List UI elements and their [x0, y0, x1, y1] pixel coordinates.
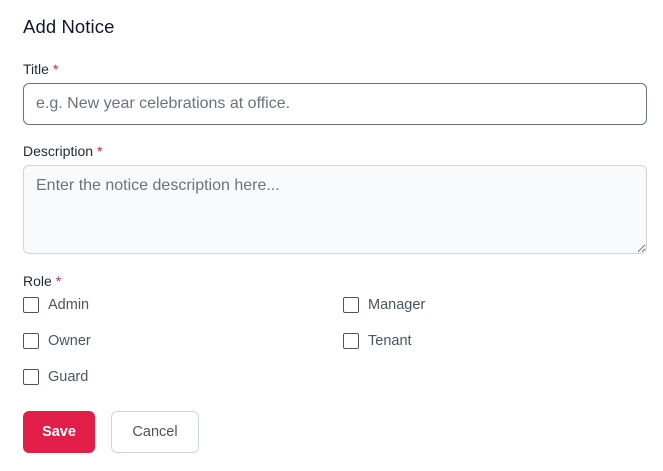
title-label-text: Title [23, 61, 49, 77]
role-option-manager[interactable]: Manager [343, 297, 425, 313]
tenant-checkbox[interactable] [343, 333, 359, 349]
description-label: Description * [23, 143, 102, 159]
title-input[interactable] [23, 83, 647, 125]
title-label: Title * [23, 61, 58, 77]
role-option-owner[interactable]: Owner [23, 333, 91, 349]
save-button[interactable]: Save [23, 411, 95, 453]
role-option-guard[interactable]: Guard [23, 369, 88, 385]
required-marker: * [97, 143, 103, 159]
required-marker: * [55, 273, 62, 289]
form-heading: Add Notice [23, 16, 115, 37]
admin-checkbox[interactable] [23, 297, 39, 313]
description-textarea[interactable] [23, 165, 647, 254]
owner-checkbox[interactable] [23, 333, 39, 349]
manager-checkbox[interactable] [343, 297, 359, 313]
owner-label: Owner [48, 333, 91, 349]
role-label-text: Role [23, 273, 52, 289]
manager-label: Manager [368, 297, 426, 313]
add-notice-form: Add Notice Title* Description* Role* Adm… [0, 0, 663, 471]
required-marker: * [52, 61, 59, 77]
guard-label: Guard [48, 369, 89, 385]
guard-checkbox[interactable] [23, 369, 39, 385]
role-option-admin[interactable]: Admin [23, 297, 89, 313]
role-label: Role * [23, 273, 61, 289]
description-label-text: Description [23, 143, 94, 159]
admin-label: Admin [48, 297, 90, 313]
tenant-label: Tenant [368, 333, 412, 349]
cancel-button[interactable]: Cancel [111, 411, 199, 453]
role-option-tenant[interactable]: Tenant [343, 333, 412, 349]
